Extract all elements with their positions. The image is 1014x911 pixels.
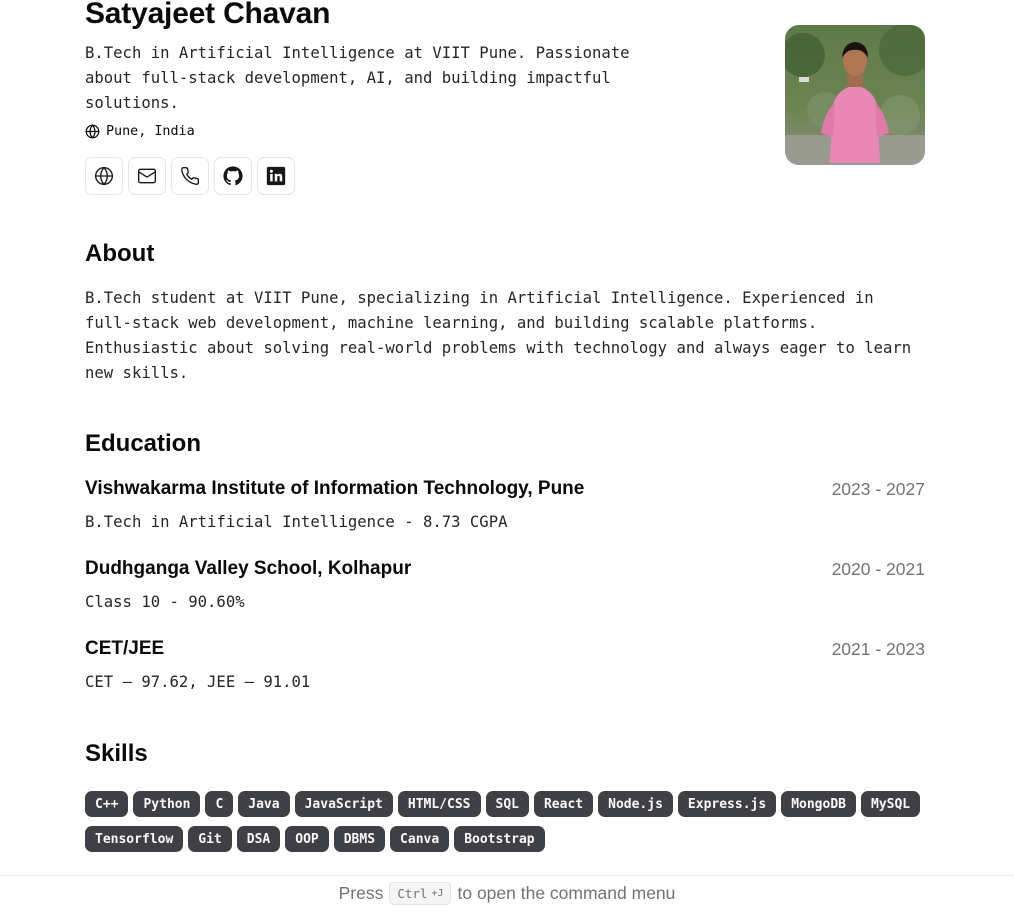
skill-badge: C++ [85, 791, 129, 817]
skill-badge: HTML/CSS [397, 791, 481, 817]
github-icon [223, 166, 243, 186]
skill-badge: DSA [236, 826, 281, 852]
skill-badge: React [533, 791, 594, 817]
globe-icon [95, 167, 114, 185]
website-link-button[interactable] [85, 157, 123, 195]
education-school: Dudhganga Valley School, Kolhapur [85, 558, 412, 579]
education-heading: Education [85, 430, 202, 457]
location-text: Pune, India [106, 123, 195, 139]
globe-icon [85, 124, 100, 138]
skills-heading: Skills [85, 740, 148, 767]
education-detail: CET – 97.62, JEE – 91.01 [85, 673, 311, 691]
phone-icon [181, 167, 200, 185]
education-school: Vishwakarma Institute of Information Tec… [85, 478, 585, 499]
education-years: 2023 - 2027 [831, 479, 925, 499]
skill-badge: MongoDB [781, 791, 856, 817]
hint-prefix: Press [338, 883, 384, 903]
social-links [85, 157, 295, 195]
skill-badge: JavaScript [294, 791, 393, 817]
education-detail: B.Tech in Artificial Intelligence - 8.73… [85, 513, 508, 531]
email-link-button[interactable] [128, 157, 166, 195]
github-link-button[interactable] [214, 157, 252, 195]
shortcut-key: Ctrl [397, 886, 428, 901]
education-years: 2020 - 2021 [831, 559, 925, 579]
education-school: CET/JEE [85, 638, 165, 659]
education-detail: Class 10 - 90.60% [85, 593, 245, 611]
skill-badge: Git [188, 826, 232, 852]
about-text: B.Tech student at VIIT Pune, specializin… [85, 289, 912, 382]
shortcut-key-plus: +J [431, 888, 444, 899]
skill-badge: Java [238, 791, 290, 817]
skill-badge: MySQL [861, 791, 921, 817]
skill-badge: Express.js [677, 791, 777, 817]
command-menu-hint: Press Ctrl +J to open the command menu [0, 875, 1014, 911]
education-item: CET/JEE 2021 - 2023 CET – 97.62, JEE – 9… [85, 637, 925, 701]
skill-badge: OOP [285, 826, 329, 852]
keyboard-shortcut: Ctrl +J [389, 882, 452, 905]
profile-location: Pune, India [85, 122, 195, 140]
profile-photo [785, 25, 925, 165]
mail-icon [138, 168, 156, 184]
skills-list: C++ Python C Java JavaScript HTML/CSS SQ… [85, 791, 925, 852]
skill-badge: Tensorflow [85, 826, 184, 852]
profile-bio: B.Tech in Artificial Intelligence at VII… [85, 44, 630, 112]
education-years: 2021 - 2023 [831, 639, 925, 659]
skill-badge: DBMS [333, 826, 386, 852]
skill-badge: Python [133, 791, 201, 817]
education-item: Dudhganga Valley School, Kolhapur 2020 -… [85, 557, 925, 621]
phone-link-button[interactable] [171, 157, 209, 195]
skill-badge: Bootstrap [454, 826, 545, 852]
hint-suffix: to open the command menu [457, 883, 676, 903]
linkedin-link-button[interactable] [257, 157, 295, 195]
skill-badge: Node.js [598, 791, 673, 817]
skill-badge: Canva [390, 826, 450, 852]
about-heading: About [85, 240, 155, 267]
education-item: Vishwakarma Institute of Information Tec… [85, 477, 925, 541]
skill-badge: SQL [485, 791, 529, 817]
profile-name: Satyajeet Chavan [85, 0, 331, 30]
linkedin-icon [266, 166, 286, 186]
skill-badge: C [205, 791, 234, 817]
avatar [785, 25, 925, 165]
